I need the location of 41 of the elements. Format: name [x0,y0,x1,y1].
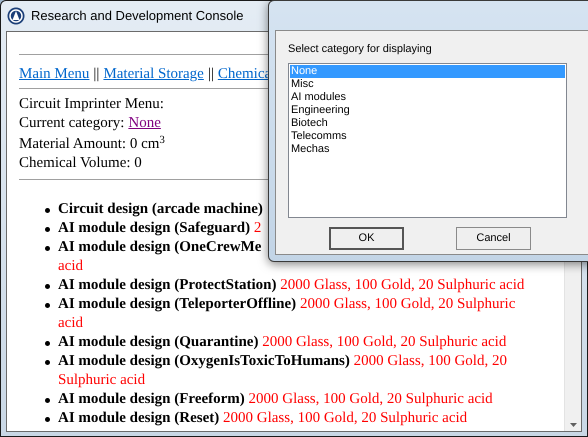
design-entry: AI module design (OneCrewMe [58,238,262,257]
category-listbox[interactable]: None Misc AI modules Engineering Biotech Telecomms Mechas [288,62,567,218]
link-separator: || [93,65,100,84]
link-separator: || [208,65,214,84]
dialog-button[interactable]: Cancel [456,226,531,250]
bullet-icon [45,227,50,232]
dialog-button[interactable]: OK [329,226,404,250]
bullet-icon [45,360,50,365]
design-entry: AI module design (TeleporterOffline) 2000 Glass, 100 Gold, 20 Sulphuric acid [58,295,516,333]
chemical-volume: Chemical Volume: 0 [19,154,142,173]
design-entry: AI module design (Safeguard) 2 [58,219,262,238]
design-entry: AI module design (Freeform) 2000 Glass, 100 Gold, 20 Sulphuric acid [58,390,493,409]
nav-link[interactable]: Material Storage [103,65,204,84]
design-entry: AI module design (OxygenIsToxicToHumans) 2000 Glass, 100 Gold, 20 Sulphuric acid [58,352,508,390]
category-option[interactable]: Mechas [290,142,565,156]
design-entry: Circuit design (arcade machine) [58,200,263,219]
category-option[interactable]: Biotech [290,116,565,130]
category-link[interactable]: None [128,114,161,133]
category-option[interactable]: AI modules [290,90,565,104]
category-option[interactable]: Telecomms [290,130,565,142]
design-entry: AI module design (Quarantine) 2000 Glass, 100 Gold, 20 Sulphuric acid [58,333,506,352]
category-option[interactable]: Misc [290,78,565,90]
bullet-icon [45,341,50,346]
design-cost: acid [58,257,83,276]
bullet-icon [45,284,50,289]
bullet-icon [45,208,50,213]
scroll-down-icon[interactable] [570,423,576,427]
category-label: Current category: [19,114,124,133]
dialog-prompt: Select category for displaying [288,42,433,57]
bullet-icon [45,246,50,251]
bullet-icon [45,417,50,422]
bullet-icon [45,303,50,308]
design-entry: AI module design (ProtectStation) 2000 Glass, 100 Gold, 20 Sulphuric acid [58,276,524,295]
material-amount: Material Amount: 0 cm$^{3}$ [19,135,165,154]
category-option[interactable]: Engineering [290,104,565,116]
app-logo-icon [7,7,25,25]
nav-link[interactable]: Main Menu [19,65,90,84]
window-title: Research and Development Console [31,7,244,26]
design-entry: AI module design (Reset) 2000 Glass, 100 Gold, 20 Sulphuric acid [58,409,468,428]
bullet-icon [45,398,50,403]
menu-title: Circuit Imprinter Menu: [19,95,164,114]
